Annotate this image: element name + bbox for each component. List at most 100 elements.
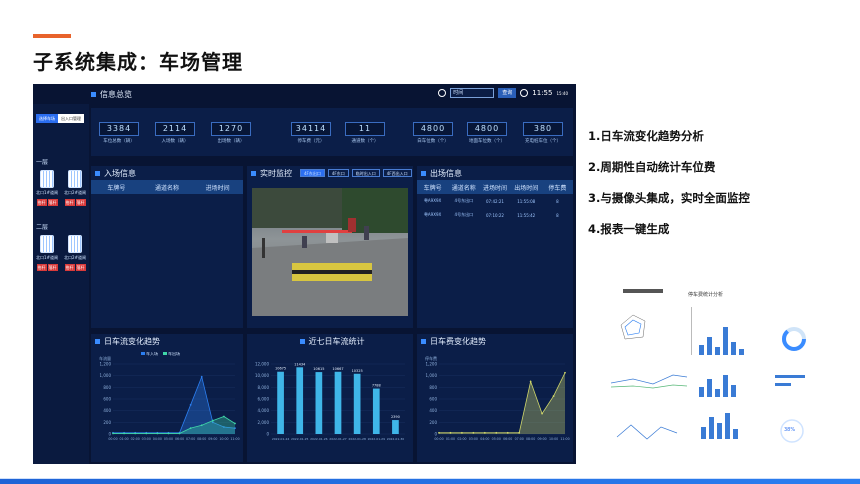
- y-tick-label: 0: [434, 432, 437, 437]
- table-row: 粤A9X9X 4号东出口 07:10:22 11:55:42 8: [423, 212, 559, 218]
- daily-flow-chart-title: 日车流变化趋势: [95, 336, 160, 347]
- x-tick-label: 09:00: [537, 437, 546, 441]
- x-tick-label: 11:00: [560, 437, 569, 441]
- bar: [296, 367, 304, 434]
- info-overview-title: 信息总览: [91, 89, 132, 100]
- time-suffix: 15:40: [556, 90, 568, 96]
- camera-tab[interactable]: 4F东口: [327, 169, 349, 177]
- y-axis-label: 车流量: [99, 355, 111, 361]
- camera-feed[interactable]: [252, 188, 408, 316]
- slide-title: 子系统集成：车场管理: [33, 50, 243, 74]
- x-tick-label: 01:00: [119, 437, 128, 441]
- raise-barrier-button[interactable]: 抬杆: [64, 199, 75, 206]
- x-tick-label: 2022-01-28: [348, 437, 366, 441]
- tab-select-lot[interactable]: 选择车场: [36, 114, 58, 123]
- time-input[interactable]: 时间: [450, 88, 495, 98]
- y-tick-label: 10,000: [255, 373, 269, 378]
- gate-barrier-icon: [40, 170, 54, 188]
- lower-barrier-button[interactable]: 落杆: [75, 199, 86, 206]
- lower-barrier-button[interactable]: 落杆: [47, 199, 58, 206]
- data-point: [145, 432, 148, 435]
- gate-item: 北口2#道闸 抬杆 落杆: [63, 235, 87, 271]
- legend-label: 车出场: [168, 352, 180, 356]
- live-monitor-panel: 实时监控 4F东出口 4F东口 临时出入口 4F西出入口: [247, 166, 413, 328]
- raise-barrier-button[interactable]: 抬杆: [64, 264, 75, 271]
- data-point: [134, 432, 137, 435]
- stat-exits: 1270 出场数（辆）: [211, 122, 251, 144]
- bar: [334, 371, 342, 434]
- data-point: [189, 403, 192, 406]
- tab-gate-management[interactable]: 出入口管理: [58, 114, 84, 123]
- camera-tab[interactable]: 4F东出口: [300, 169, 325, 177]
- column-header: 进场时间: [205, 184, 230, 192]
- data-point: [223, 415, 225, 418]
- raise-barrier-button[interactable]: 抬杆: [36, 199, 47, 206]
- data-point: [552, 395, 555, 397]
- camera-tab[interactable]: 临时出入口: [351, 169, 380, 177]
- parking-dashboard: 信息总览 时间 查询 11:55 15:40 选择车场 出入口管理 一层 北口1…: [33, 84, 576, 464]
- x-tick-label: 06:00: [503, 437, 512, 441]
- data-point: [211, 419, 214, 422]
- x-tick-label: 03:00: [142, 437, 151, 441]
- y-tick-label: 1,000: [100, 373, 112, 378]
- data-point: [123, 432, 125, 435]
- data-point: [167, 432, 170, 435]
- camera-tab[interactable]: 4F西出入口: [382, 169, 412, 177]
- data-point: [200, 424, 203, 427]
- exit-table-header: 车牌号 通道名称 进场时间 出场时间 停车费: [417, 180, 573, 194]
- y-tick-label: 200: [103, 420, 111, 425]
- gate-control-panel: 选择车场 出入口管理 一层 北口1#道闸 抬杆 落杆 北口2#道闸 抬杆 落杆 …: [33, 104, 89, 464]
- y-tick-label: 1,200: [100, 362, 112, 367]
- gate-barrier-icon: [68, 235, 82, 253]
- data-label: 7788: [372, 384, 381, 388]
- y-tick-label: 600: [103, 397, 111, 402]
- column-header: 出场时间: [514, 184, 539, 192]
- feature-item: 1.日车流变化趋势分析: [588, 129, 704, 143]
- data-label: 2390: [391, 415, 400, 419]
- weekly-flow-chart-panel: 近七日车流统计 0 2,000 4,000 6,000 8,000 10,000 12,00…: [247, 334, 413, 462]
- fee-report-title: 停车费统计分析: [688, 292, 724, 298]
- query-button[interactable]: 查询: [498, 88, 517, 98]
- data-label: 10667: [332, 367, 343, 371]
- data-point: [541, 412, 543, 415]
- feature-item: 2.周期性自动统计车位费: [588, 160, 716, 174]
- gate-item: 北口1#道闸 抬杆 落杆: [35, 170, 59, 206]
- stat-total-spaces: 3384 车位总数（辆）: [99, 122, 139, 144]
- data-point: [156, 432, 159, 435]
- x-tick-label: 11:00: [230, 437, 239, 441]
- x-tick-label: 07:00: [186, 437, 195, 441]
- gate-name: 北口2#道闸: [64, 255, 86, 260]
- current-time: 11:55: [532, 89, 553, 97]
- x-tick-label: 2022-01-26: [310, 437, 328, 441]
- legend-swatch: [141, 352, 145, 355]
- y-tick-label: 400: [429, 408, 437, 413]
- y-tick-label: 400: [103, 408, 111, 413]
- raise-barrier-button[interactable]: 抬杆: [36, 264, 47, 271]
- x-tick-label: 08:00: [197, 437, 206, 441]
- slide: 子系统集成：车场管理 信息总览 时间 查询 11:55 15:40 选择车场 出…: [0, 0, 860, 484]
- camera-scene: [252, 188, 408, 316]
- data-point: [472, 431, 475, 434]
- daily-flow-chart-panel: 日车流变化趋势 0 200 400 600 800 1,000 1,200 车流量 车入场 车出场…: [91, 334, 243, 462]
- series-area: [439, 372, 565, 434]
- lower-barrier-button[interactable]: 落杆: [47, 264, 58, 271]
- column-header: 车牌号: [423, 184, 442, 192]
- data-label: 10615: [313, 367, 324, 371]
- data-point: [461, 431, 463, 434]
- x-tick-label: 04:00: [153, 437, 162, 441]
- weekly-flow-chart: 0 2,000 4,000 6,000 8,000 10,000 12,000 10675 20…: [255, 362, 405, 441]
- data-point: [234, 422, 236, 425]
- y-tick-label: 2,000: [258, 420, 270, 425]
- y-tick-label: 1,000: [426, 373, 438, 378]
- data-point: [178, 432, 181, 435]
- daily-fee-chart-panel: 日车费变化趋势 0 200 400 600 800 1,000 1,200 停车费 00:00 0…: [417, 334, 573, 462]
- stat-parking-fee: 34114 停车费（元）: [291, 122, 331, 144]
- daily-fee-chart-title: 日车费变化趋势: [421, 336, 486, 347]
- y-tick-label: 12,000: [255, 362, 269, 367]
- lower-barrier-button[interactable]: 落杆: [75, 264, 86, 271]
- stats-band: 3384 车位总数（辆） 2114 入场数（辆） 1270 出场数（辆） 34114 停…: [91, 108, 573, 156]
- gate-barrier-icon: [68, 170, 82, 188]
- column-header: 进场时间: [483, 184, 508, 192]
- title-accent-bar: [33, 34, 71, 38]
- entry-table-header: 车牌号 通道名称 进场时间: [91, 180, 243, 194]
